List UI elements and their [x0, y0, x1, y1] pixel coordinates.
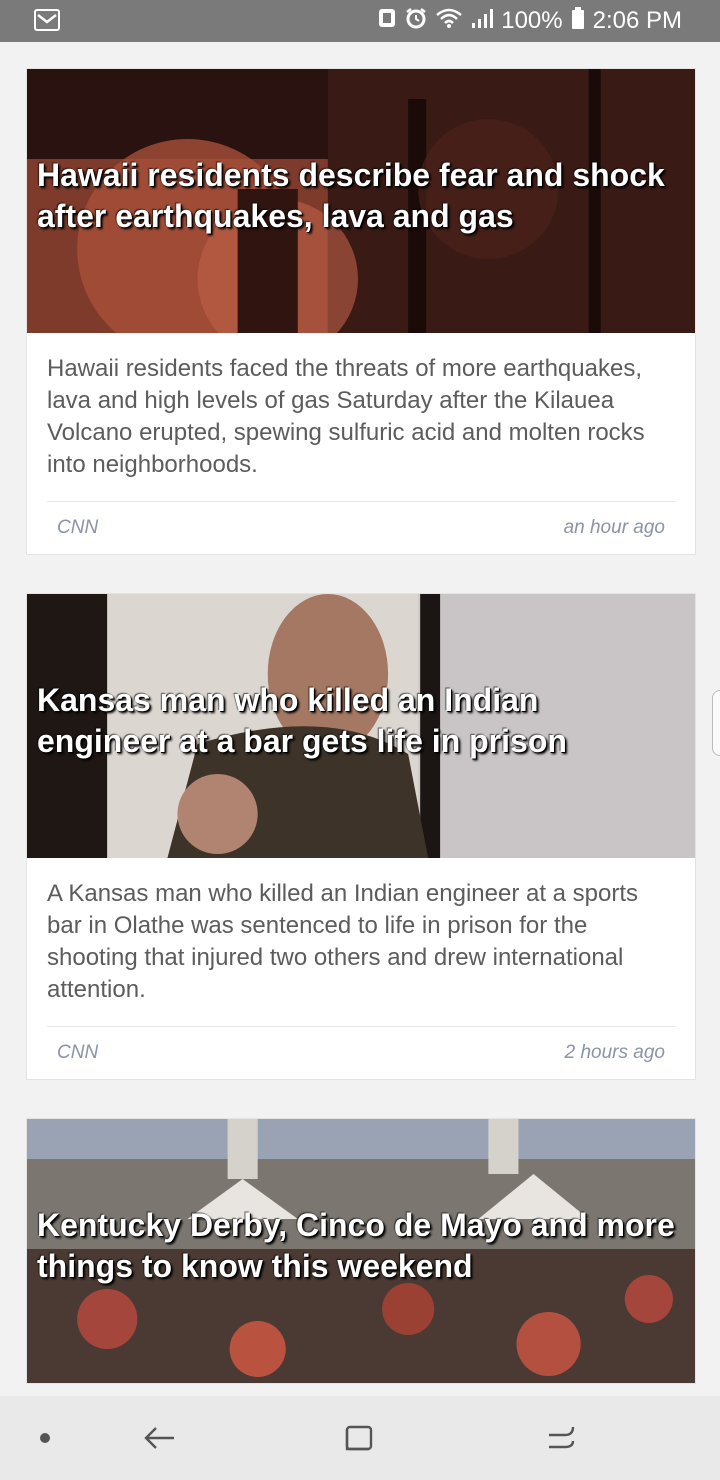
article-source: CNN — [57, 517, 99, 538]
wifi-icon — [435, 7, 463, 36]
article-image[interactable]: Kansas man who killed an Indian engineer… — [27, 594, 695, 858]
article-image[interactable]: Hawaii residents describe fear and shock… — [27, 69, 695, 333]
article-time: an hour ago — [563, 517, 665, 538]
clock: 2:06 PM — [592, 7, 682, 34]
navigation-bar — [0, 1396, 720, 1480]
back-icon[interactable] — [134, 1396, 184, 1480]
article-time: 2 hours ago — [564, 1042, 665, 1063]
nfc-icon — [377, 7, 397, 36]
signal-icon — [471, 7, 494, 36]
article-headline[interactable]: Hawaii residents describe fear and shock… — [37, 155, 677, 237]
menu-icon[interactable] — [536, 1396, 586, 1480]
battery-icon — [571, 6, 585, 36]
article-summary: Hawaii residents faced the threats of mo… — [47, 355, 645, 478]
article-source: CNN — [57, 1042, 99, 1063]
alarm-icon — [405, 7, 427, 36]
article-headline[interactable]: Kentucky Derby, Cinco de Mayo and more t… — [37, 1205, 677, 1287]
article-headline[interactable]: Kansas man who killed an Indian engineer… — [37, 680, 677, 762]
gmail-icon — [34, 9, 60, 31]
nav-dot-icon[interactable] — [30, 1396, 60, 1480]
status-bar: 100% 2:06 PM — [0, 0, 720, 42]
article-image[interactable]: Kentucky Derby, Cinco de Mayo and more t… — [27, 1119, 695, 1383]
article-card[interactable]: Kansas man who killed an Indian engineer… — [26, 593, 696, 1080]
edge-panel-handle[interactable] — [712, 690, 720, 756]
recents-icon[interactable] — [334, 1396, 384, 1480]
article-summary: A Kansas man who killed an Indian engine… — [47, 880, 639, 1003]
article-card[interactable]: Hawaii residents describe fear and shock… — [26, 68, 696, 555]
article-card[interactable]: Kentucky Derby, Cinco de Mayo and more t… — [26, 1118, 696, 1384]
news-feed[interactable]: Hawaii residents describe fear and shock… — [0, 42, 720, 1396]
status-indicators: 100% 2:06 PM — [377, 0, 682, 42]
battery-percent: 100% — [501, 7, 563, 34]
